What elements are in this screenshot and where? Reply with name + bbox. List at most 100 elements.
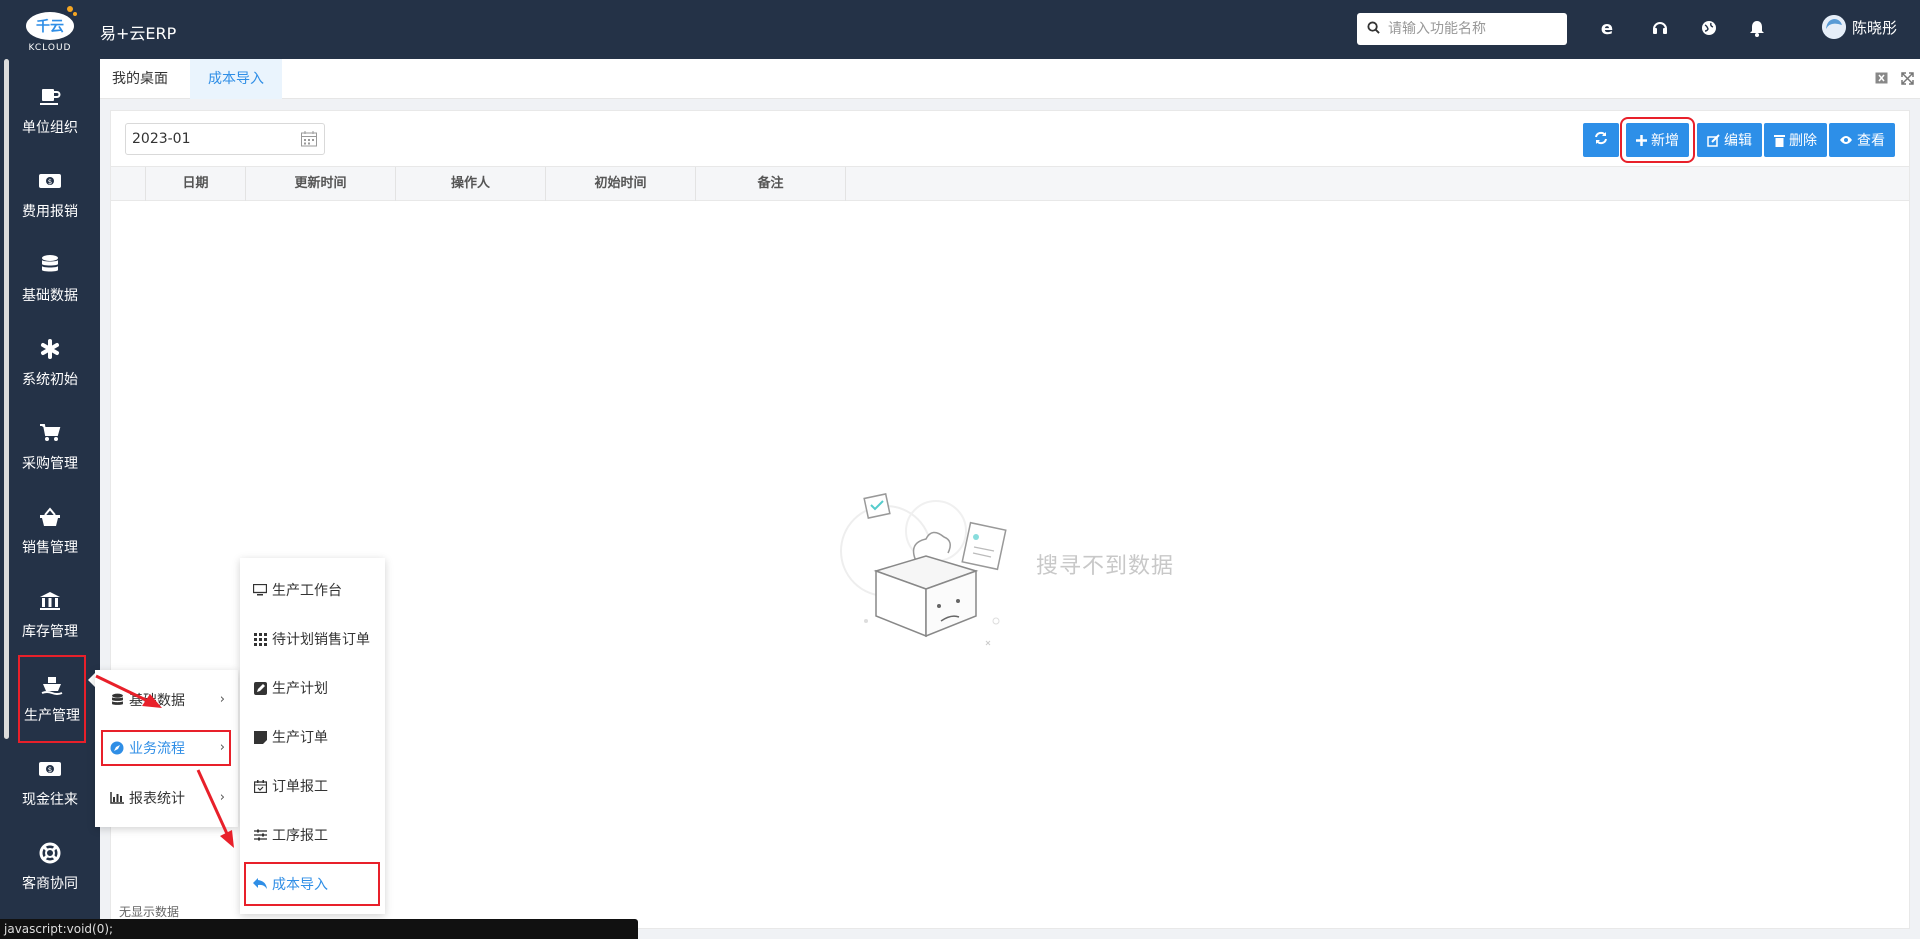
database-icon [38,253,62,277]
menu-item-label: 生产订单 [272,730,328,746]
menu-item-business-flow[interactable]: 业务流程 › [101,730,231,766]
column-header-operator[interactable]: 操作人 [396,167,546,201]
tab-cost-import[interactable]: 成本导入 [190,59,282,99]
ship-icon [40,673,64,697]
refresh-button[interactable] [1583,123,1619,157]
cart-icon [38,421,62,445]
menu-item-cost-import[interactable]: 成本导入 [244,862,380,906]
add-button[interactable]: 新增 [1620,117,1695,163]
svg-text:千云: 千云 [36,18,64,35]
svg-text:$: $ [48,766,52,774]
eye-icon [1839,135,1853,145]
basket-icon [38,505,62,529]
column-header-updated[interactable]: 更新时间 [246,167,396,201]
reply-icon [252,876,268,892]
sidebar-item-label: 销售管理 [22,540,78,556]
sidebar-item-inventory[interactable]: 库存管理 [10,573,90,657]
calendar-icon [252,778,268,794]
menu-item-production-workbench[interactable]: 生产工作台 [244,572,380,608]
bell-icon[interactable] [1746,17,1768,39]
sidebar-item-label: 生产管理 [24,708,80,724]
user-name: 陈晓彤 [1852,18,1898,37]
sidebar-item-production[interactable]: 生产管理 [18,655,86,743]
menu-item-basic-data[interactable]: 基础数据 › [101,682,231,718]
column-header-initial-time[interactable]: 初始时间 [546,167,696,201]
menu-item-order-report[interactable]: 订单报工 [244,768,380,804]
menu-item-label: 成本导入 [272,877,328,893]
sidebar-item-partner[interactable]: 客商协同 [10,825,90,909]
sidebar-item-label: 客商协同 [22,876,78,892]
search-box[interactable] [1357,13,1567,45]
monitor-icon [252,582,268,598]
search-icon [1367,20,1380,38]
sidebar-scrollbar[interactable] [4,59,9,739]
delete-button[interactable]: 删除 [1764,123,1827,157]
tab-desktop[interactable]: 我的桌面 [100,59,180,99]
browser-icon[interactable]: e [1596,17,1618,39]
sidebar-item-system-init[interactable]: 系统初始 [10,321,90,405]
edit-button-label: 编辑 [1724,133,1752,149]
refresh-icon [1594,131,1608,149]
sidebar-item-label: 系统初始 [22,372,78,388]
user-menu[interactable]: 陈晓彤 [1822,15,1897,39]
top-bar: 千云 KCLOUD 易+云ERP e 陈晓彤 [0,0,1920,59]
table-footer-text: 无显示数据 [119,905,180,919]
fullscreen-icon[interactable] [1900,71,1914,85]
menu-item-label: 报表统计 [129,791,185,807]
menu-item-process-report[interactable]: 工序报工 [244,817,380,853]
globe-icon[interactable] [1698,17,1720,39]
menu-item-label: 基础数据 [129,693,185,709]
bank-icon [38,589,62,613]
column-header-date[interactable]: 日期 [146,167,246,201]
menu-item-production-order[interactable]: 生产订单 [244,719,380,755]
menu-item-label: 工序报工 [272,828,328,844]
bar-chart-icon [109,790,125,806]
edit-icon [252,680,268,696]
menu-item-pending-sales-orders[interactable]: 待计划销售订单 [244,621,380,657]
cup-icon [38,85,62,109]
search-input[interactable] [1388,21,1558,37]
edit-button[interactable]: 编辑 [1697,123,1762,157]
close-tabs-icon[interactable] [1874,71,1888,85]
sidebar-item-cash[interactable]: $ 现金往来 [10,741,90,825]
business-flow-submenu: 生产工作台 待计划销售订单 生产计划 生产订单 订单报工 工序报工 成本导入 [240,558,385,914]
avatar [1822,15,1846,39]
date-value: 2023-01 [132,131,191,147]
money-icon: $ [38,757,62,781]
sidebar-item-label: 费用报销 [22,204,78,220]
browser-status-bar: javascript:void(0); [0,919,638,939]
sidebar-item-unit-org[interactable]: 单位组织 [10,69,90,153]
menu-item-label: 生产工作台 [272,583,342,599]
plus-icon [1636,134,1647,146]
sidebar-item-label: 基础数据 [22,288,78,304]
trash-icon [1774,134,1785,147]
menu-item-label: 生产计划 [272,681,328,697]
tab-bar: 我的桌面 成本导入 [100,59,1920,99]
table-header: 日期 更新时间 操作人 初始时间 备注 [111,166,1909,201]
menu-item-label: 订单报工 [272,779,328,795]
grid-icon [252,631,268,647]
app-title: 易+云ERP [100,24,177,43]
sidebar: 单位组织 $ 费用报销 基础数据 系统初始 采购管理 销售管理 库存管理 生产管… [0,59,100,939]
chevron-right-icon: › [219,692,225,707]
compass-icon [109,740,125,756]
lifebuoy-icon [38,841,62,865]
sidebar-item-expense[interactable]: $ 费用报销 [10,153,90,237]
menu-item-label: 业务流程 [129,741,185,757]
column-header-remark[interactable]: 备注 [696,167,846,201]
sidebar-item-purchase[interactable]: 采购管理 [10,405,90,489]
sidebar-item-sales[interactable]: 销售管理 [10,489,90,573]
production-submenu: 基础数据 › 业务流程 › 报表统计 › [95,670,238,827]
chevron-right-icon: › [219,790,225,805]
sidebar-item-basic-data[interactable]: 基础数据 [10,237,90,321]
asterisk-icon [38,337,62,361]
table-header-checkbox-col [111,167,146,201]
view-button[interactable]: 查看 [1829,123,1895,157]
menu-item-reports[interactable]: 报表统计 › [101,780,231,816]
support-headset-icon[interactable] [1649,17,1671,39]
app-logo[interactable]: 千云 KCLOUD [12,4,88,53]
calendar-icon[interactable] [300,130,318,152]
empty-state-text: 搜寻不到数据 [1036,554,1175,579]
date-filter-input[interactable]: 2023-01 [125,123,325,155]
menu-item-production-plan[interactable]: 生产计划 [244,670,380,706]
